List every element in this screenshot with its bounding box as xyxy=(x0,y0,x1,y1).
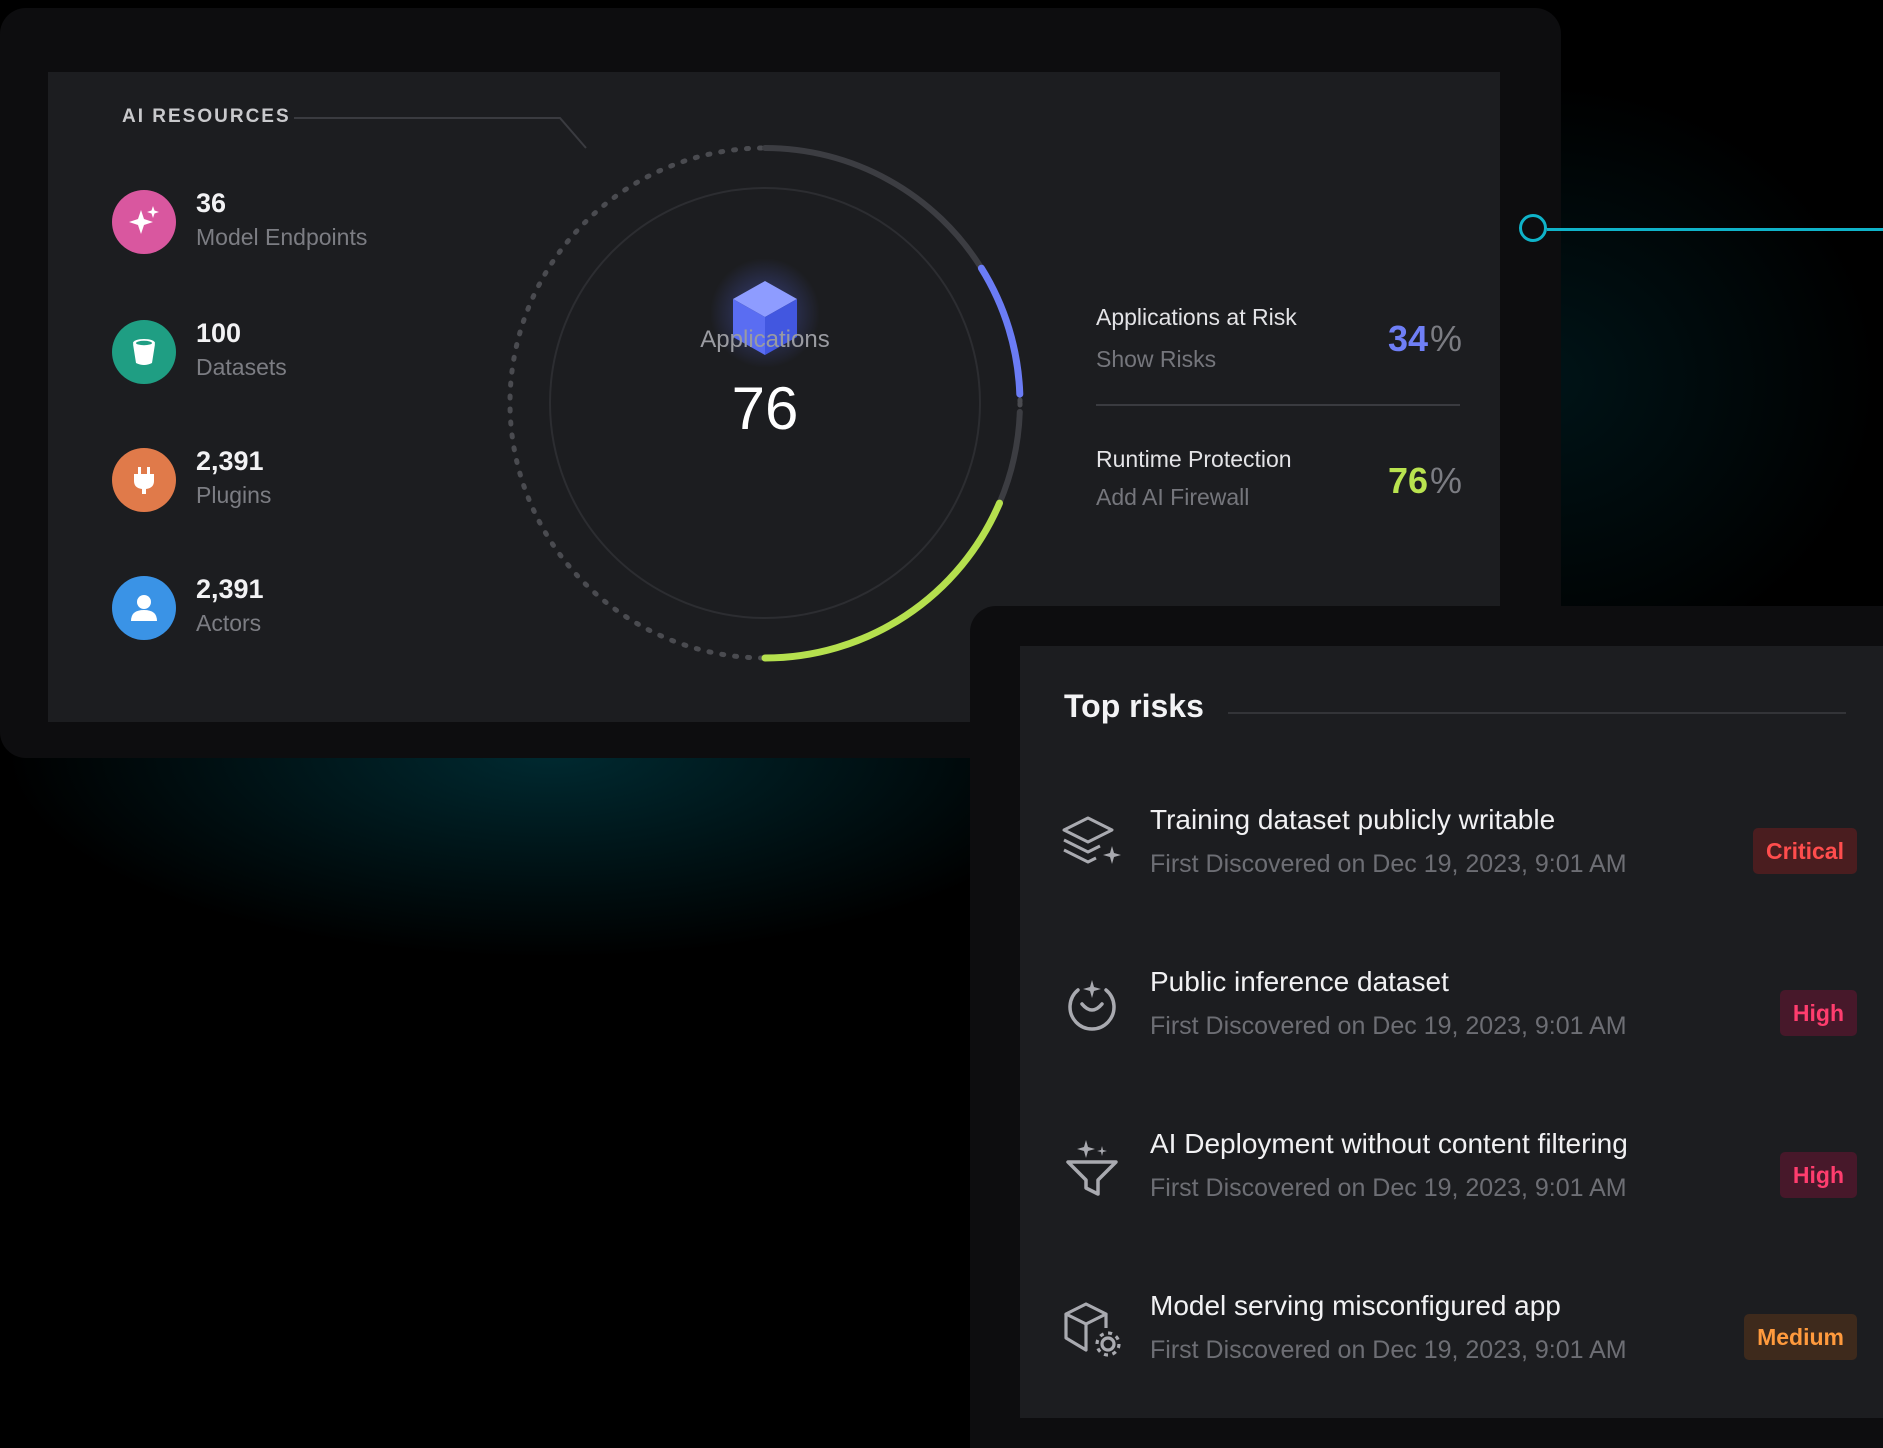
risk-item[interactable]: Public inference dataset First Discovere… xyxy=(1020,966,1883,1076)
top-risks-card: Top risks Training dataset publicly writ… xyxy=(1020,646,1883,1418)
risk-title: Training dataset publicly writable xyxy=(1150,804,1556,835)
background-glow-right xyxy=(1540,80,1883,680)
gauge-risk-arc xyxy=(977,264,1024,398)
risk-item[interactable]: AI Deployment without content filtering … xyxy=(1020,1128,1883,1238)
layers-sparkle-icon xyxy=(1060,812,1124,876)
severity-badge: High xyxy=(1779,990,1857,1036)
gauge-track-bottom xyxy=(996,408,1023,507)
stat-title-runtime-protection: Runtime Protection xyxy=(1096,446,1292,472)
top-risks-title: Top risks xyxy=(1064,688,1204,724)
box-gear-icon xyxy=(1060,1298,1124,1362)
risk-discovered-date: First Discovered on Dec 19, 2023, 9:01 A… xyxy=(1150,1336,1627,1364)
risk-title: Model serving misconfigured app xyxy=(1150,1290,1561,1321)
gauge-protection-arc xyxy=(761,499,1003,662)
gauge-value: 76 xyxy=(731,375,799,442)
severity-badge: High xyxy=(1779,1152,1857,1198)
gauge-track-top xyxy=(762,145,985,272)
risk-item[interactable]: Training dataset publicly writable First… xyxy=(1020,804,1883,914)
inference-icon xyxy=(1060,974,1124,1038)
stat-value-applications-at-risk: 34% xyxy=(1388,318,1462,360)
stat-value-runtime-protection: 76% xyxy=(1388,460,1462,502)
severity-badge: Medium xyxy=(1744,1314,1857,1360)
add-ai-firewall-link[interactable]: Add AI Firewall xyxy=(1096,484,1249,511)
top-risks-divider xyxy=(1228,712,1846,714)
risk-item[interactable]: Model serving misconfigured app First Di… xyxy=(1020,1290,1883,1400)
gauge-label: Applications xyxy=(700,326,830,353)
stat-unit: % xyxy=(1430,318,1463,359)
severity-badge: Critical xyxy=(1753,828,1857,874)
stats-divider xyxy=(1096,404,1460,406)
risk-title: AI Deployment without content filtering xyxy=(1150,1128,1628,1159)
stat-title-applications-at-risk: Applications at Risk xyxy=(1096,304,1297,330)
stat-number: 34 xyxy=(1388,318,1429,359)
risk-title: Public inference dataset xyxy=(1150,966,1449,997)
show-risks-link[interactable]: Show Risks xyxy=(1096,346,1216,373)
connector-line xyxy=(1547,228,1883,231)
risk-discovered-date: First Discovered on Dec 19, 2023, 9:01 A… xyxy=(1150,1012,1627,1040)
stat-unit: % xyxy=(1430,460,1463,501)
risk-discovered-date: First Discovered on Dec 19, 2023, 9:01 A… xyxy=(1150,850,1627,878)
funnel-sparkle-icon xyxy=(1060,1136,1124,1200)
applications-gauge xyxy=(507,145,1024,662)
risk-discovered-date: First Discovered on Dec 19, 2023, 9:01 A… xyxy=(1150,1174,1627,1202)
stat-number: 76 xyxy=(1388,460,1429,501)
connector-dot xyxy=(1519,214,1547,242)
